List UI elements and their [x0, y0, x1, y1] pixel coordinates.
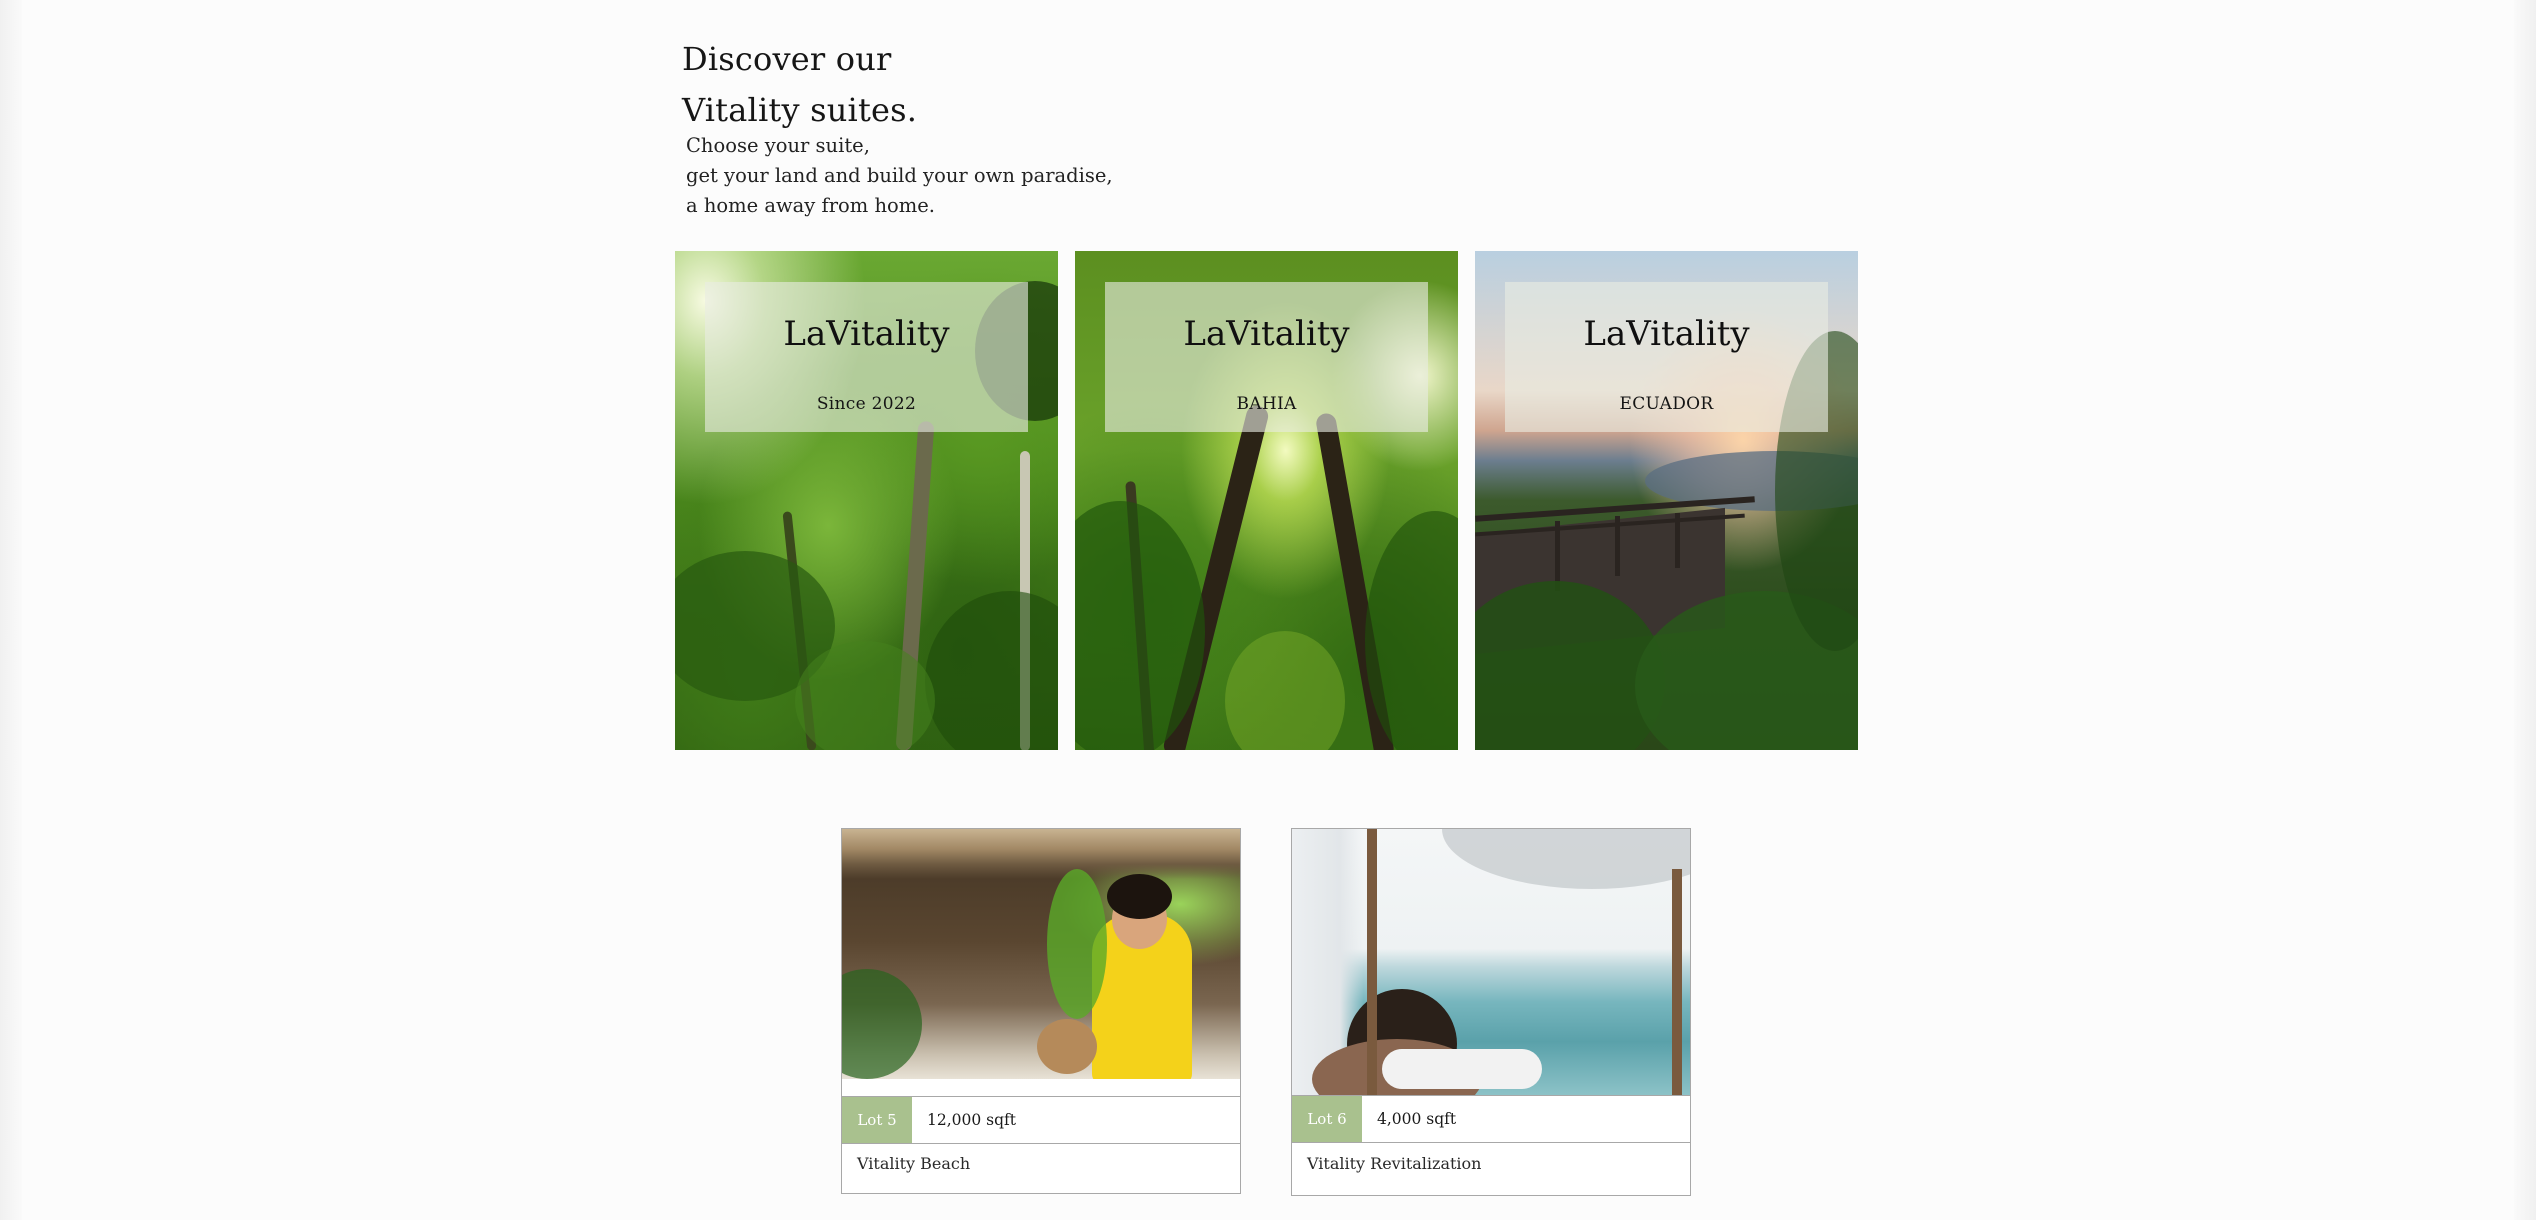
subtitle-line-3: a home away from home.: [686, 194, 936, 217]
lot-info-row: Lot 5 12,000 sqft: [842, 1096, 1240, 1144]
lot-info-row: Lot 6 4,000 sqft: [1292, 1095, 1690, 1143]
lot-card-5[interactable]: Lot 5 12,000 sqft Vitality Beach: [841, 828, 1241, 1194]
subtitle-line-2: get your land and build your own paradis…: [686, 164, 1113, 187]
lot-name[interactable]: Vitality Beach: [857, 1151, 970, 1177]
lot-size: 4,000 sqft: [1377, 1110, 1457, 1128]
page-edge-right: [2514, 0, 2536, 1220]
location-overlay: LaVitality Since 2022: [705, 282, 1028, 432]
heading-line-2: Vitality suites.: [682, 91, 918, 129]
section-heading: Discover our Vitality suites.: [682, 34, 917, 136]
page-edge-left: [0, 0, 22, 1220]
lot-name[interactable]: Vitality Revitalization: [1307, 1151, 1481, 1177]
location-card-bahia[interactable]: LaVitality BAHIA: [1075, 251, 1458, 750]
spa-massage-photo: [1292, 829, 1690, 1095]
woman-with-coconut-photo: [842, 829, 1240, 1079]
location-title: LaVitality: [1583, 314, 1750, 354]
subtitle-line-1: Choose your suite,: [686, 134, 870, 157]
location-card-since-2022[interactable]: LaVitality Since 2022: [675, 251, 1058, 750]
heading-line-1: Discover our: [682, 40, 892, 78]
location-title: LaVitality: [783, 314, 950, 354]
location-subtitle: Since 2022: [816, 394, 917, 414]
lot-badge: Lot 6: [1292, 1096, 1362, 1142]
location-card-ecuador[interactable]: LaVitality ECUADOR: [1475, 251, 1858, 750]
location-overlay: LaVitality ECUADOR: [1505, 282, 1828, 432]
lot-card-6[interactable]: Lot 6 4,000 sqft Vitality Revitalization: [1291, 828, 1691, 1196]
lot-size: 12,000 sqft: [927, 1111, 1017, 1129]
location-subtitle: ECUADOR: [1619, 394, 1714, 414]
lot-badge: Lot 5: [842, 1097, 912, 1143]
location-overlay: LaVitality BAHIA: [1105, 282, 1428, 432]
location-subtitle: BAHIA: [1236, 394, 1297, 414]
location-title: LaVitality: [1183, 314, 1350, 354]
section-subtitle: Choose your suite, get your land and bui…: [686, 131, 1113, 221]
